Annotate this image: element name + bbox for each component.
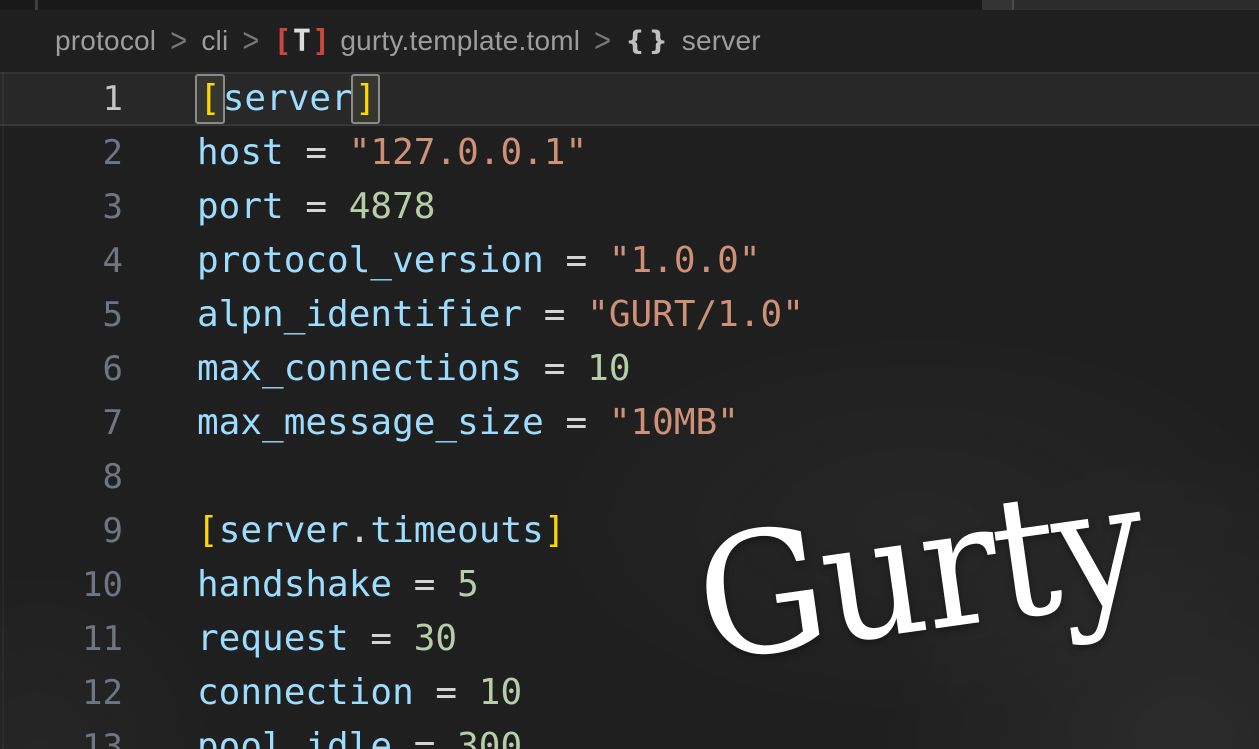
code-text: connection = 10 <box>197 666 522 720</box>
token-op: . <box>349 510 371 551</box>
breadcrumb-item-folder[interactable]: protocol <box>55 25 156 57</box>
line-number[interactable]: 13 <box>0 720 123 749</box>
code-text: port = 4878 <box>197 180 435 234</box>
code-text: [server.timeouts] <box>197 504 566 558</box>
code-line[interactable]: 8 <box>0 450 1259 504</box>
breadcrumb-item-symbol[interactable]: server <box>682 25 761 57</box>
line-number[interactable]: 10 <box>0 558 123 612</box>
code-line[interactable]: 13 pool_idle = 300 <box>0 720 1259 749</box>
token-op: = <box>392 726 457 749</box>
token-op: = <box>349 618 414 659</box>
code-line[interactable]: 9 [server.timeouts] <box>0 504 1259 558</box>
token-key: request <box>197 618 349 659</box>
editor-lines: 1[server]2host = "127.0.0.1"3port = 4878… <box>0 72 1259 749</box>
token-bracket-match: ] <box>351 74 381 124</box>
breadcrumb-item-subfolder[interactable]: cli <box>201 25 228 57</box>
tab-bar-divider <box>1012 0 1014 10</box>
code-text: host = "127.0.0.1" <box>197 126 587 180</box>
line-number[interactable]: 8 <box>0 450 123 504</box>
token-bracket-match: [ <box>195 74 225 124</box>
tab-bar-empty-area <box>982 0 1259 10</box>
breadcrumb: protocol > cli > [T] gurty.template.toml… <box>0 10 1259 72</box>
chevron-right-icon: > <box>242 22 259 60</box>
token-string: "GURT/1.0" <box>587 294 804 335</box>
token-bracket: ] <box>544 510 566 551</box>
toml-file-icon: [T] <box>274 24 331 59</box>
token-key: pool_idle <box>197 726 392 749</box>
code-line[interactable]: 5 alpn_identifier = "GURT/1.0" <box>0 288 1259 342</box>
line-number[interactable]: 9 <box>0 504 123 558</box>
token-key: protocol_version <box>197 240 544 281</box>
code-line[interactable]: 7 max_message_size = "10MB" <box>0 396 1259 450</box>
editor-area[interactable]: 1[server]2host = "127.0.0.1"3port = 4878… <box>0 72 1259 749</box>
token-op: = <box>522 294 587 335</box>
code-text: protocol_version = "1.0.0" <box>197 234 761 288</box>
token-key: port <box>197 186 284 227</box>
breadcrumb-item-file[interactable]: gurty.template.toml <box>340 25 580 57</box>
code-line[interactable]: 2 host = "127.0.0.1" <box>0 126 1259 180</box>
code-line[interactable]: 12 connection = 10 <box>0 666 1259 720</box>
line-number[interactable]: 1 <box>0 74 123 124</box>
token-key: max_connections <box>197 348 522 389</box>
token-key: host <box>197 132 284 173</box>
tab-separator <box>35 0 38 10</box>
chevron-right-icon: > <box>594 22 611 60</box>
token-string: "127.0.0.1" <box>349 132 587 173</box>
code-line[interactable]: 11 request = 30 <box>0 612 1259 666</box>
token-string: "10MB" <box>609 402 739 443</box>
token-key: server <box>219 510 349 551</box>
token-string: "1.0.0" <box>609 240 761 281</box>
line-number[interactable]: 4 <box>0 234 123 288</box>
symbol-table-icon: {} <box>625 26 671 57</box>
token-bracket: [ <box>197 510 219 551</box>
chevron-right-icon: > <box>170 22 187 60</box>
code-text: request = 30 <box>197 612 457 666</box>
token-key: connection <box>197 672 414 713</box>
token-op: = <box>284 132 349 173</box>
token-key: handshake <box>197 564 392 605</box>
code-text: pool_idle = 300 <box>197 720 522 749</box>
token-number: 300 <box>457 726 522 749</box>
code-line[interactable]: 3 port = 4878 <box>0 180 1259 234</box>
token-number: 5 <box>457 564 479 605</box>
code-text: alpn_identifier = "GURT/1.0" <box>197 288 804 342</box>
tab-bar-remnant <box>0 0 1259 10</box>
line-number[interactable]: 3 <box>0 180 123 234</box>
token-key: alpn_identifier <box>197 294 522 335</box>
token-number: 10 <box>479 672 522 713</box>
code-line[interactable]: 10 handshake = 5 <box>0 558 1259 612</box>
line-number[interactable]: 2 <box>0 126 123 180</box>
code-text: max_connections = 10 <box>197 342 631 396</box>
token-key: max_message_size <box>197 402 544 443</box>
token-op: = <box>544 240 609 281</box>
token-op: = <box>414 672 479 713</box>
code-text: [server] <box>197 74 378 124</box>
token-key: timeouts <box>370 510 543 551</box>
code-text: max_message_size = "10MB" <box>197 396 739 450</box>
token-number: 10 <box>587 348 630 389</box>
code-line[interactable]: 6 max_connections = 10 <box>0 342 1259 396</box>
code-line[interactable]: 4 protocol_version = "1.0.0" <box>0 234 1259 288</box>
code-line[interactable]: 1 [server] <box>0 72 1259 126</box>
line-number[interactable]: 7 <box>0 396 123 450</box>
line-number[interactable]: 6 <box>0 342 123 396</box>
tab-bar-tab-edge <box>982 0 1012 10</box>
line-number[interactable]: 5 <box>0 288 123 342</box>
token-op: = <box>544 402 609 443</box>
token-op: = <box>522 348 587 389</box>
token-number: 4878 <box>349 186 436 227</box>
code-text: handshake = 5 <box>197 558 479 612</box>
line-number[interactable]: 12 <box>0 666 123 720</box>
token-op: = <box>392 564 457 605</box>
editor-left-edge <box>2 72 4 749</box>
token-number: 30 <box>414 618 457 659</box>
token-key: server <box>223 78 353 119</box>
token-op: = <box>284 186 349 227</box>
line-number[interactable]: 11 <box>0 612 123 666</box>
